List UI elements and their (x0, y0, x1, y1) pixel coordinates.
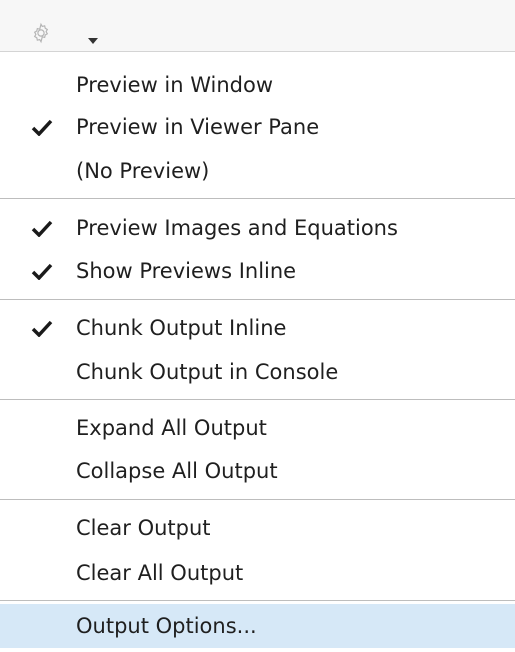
menu-item-preview-in-viewer-pane[interactable]: Preview in Viewer Pane (0, 109, 515, 145)
menu-item-clear-output[interactable]: Clear Output (0, 510, 515, 546)
options-menu-button[interactable] (22, 11, 98, 44)
menu-separator (0, 600, 515, 601)
chevron-down-icon (88, 38, 98, 44)
checkmark-icon (31, 119, 53, 136)
menu-item-label: (No Preview) (76, 159, 210, 183)
menu-item-collapse-all-output[interactable]: Collapse All Output (0, 453, 515, 489)
menu-item-label: Chunk Output Inline (76, 316, 287, 340)
menu-item-preview-in-window[interactable]: Preview in Window (0, 67, 515, 103)
menu-separator (0, 198, 515, 199)
menu-item-expand-all-output[interactable]: Expand All Output (0, 410, 515, 446)
gear-icon (33, 22, 49, 44)
menu-item-label: Preview in Viewer Pane (76, 115, 320, 139)
menu-separator (0, 399, 515, 400)
checkmark-icon (31, 320, 53, 337)
menu-item-label: Clear All Output (76, 561, 244, 585)
menu-separator (0, 499, 515, 500)
checkmark-icon (31, 263, 53, 280)
menu-item-chunk-output-inline[interactable]: Chunk Output Inline (0, 310, 515, 346)
menu-item-label: Preview in Window (76, 73, 274, 97)
menu-item-label: Clear Output (76, 516, 211, 540)
menu-item-preview-images-and-equations[interactable]: Preview Images and Equations (0, 210, 515, 246)
menu-item-show-previews-inline[interactable]: Show Previews Inline (0, 253, 515, 289)
menu-item-output-options[interactable]: Output Options... (0, 604, 515, 648)
menu-separator (0, 299, 515, 300)
menu-item-label: Chunk Output in Console (76, 360, 339, 384)
menu-item-label: Collapse All Output (76, 459, 278, 483)
menu-item-clear-all-output[interactable]: Clear All Output (0, 555, 515, 591)
menu-item-chunk-output-in-console[interactable]: Chunk Output in Console (0, 354, 515, 390)
menu-item-label: Output Options... (76, 614, 257, 638)
toolbar (0, 0, 515, 52)
menu-item-no-preview[interactable]: (No Preview) (0, 153, 515, 189)
checkmark-icon (31, 220, 53, 237)
menu-item-label: Show Previews Inline (76, 259, 297, 283)
menu-item-label: Expand All Output (76, 416, 267, 440)
menu-item-label: Preview Images and Equations (76, 216, 398, 240)
chunk-options-menu: Preview in Window Preview in Viewer Pane… (0, 52, 515, 652)
